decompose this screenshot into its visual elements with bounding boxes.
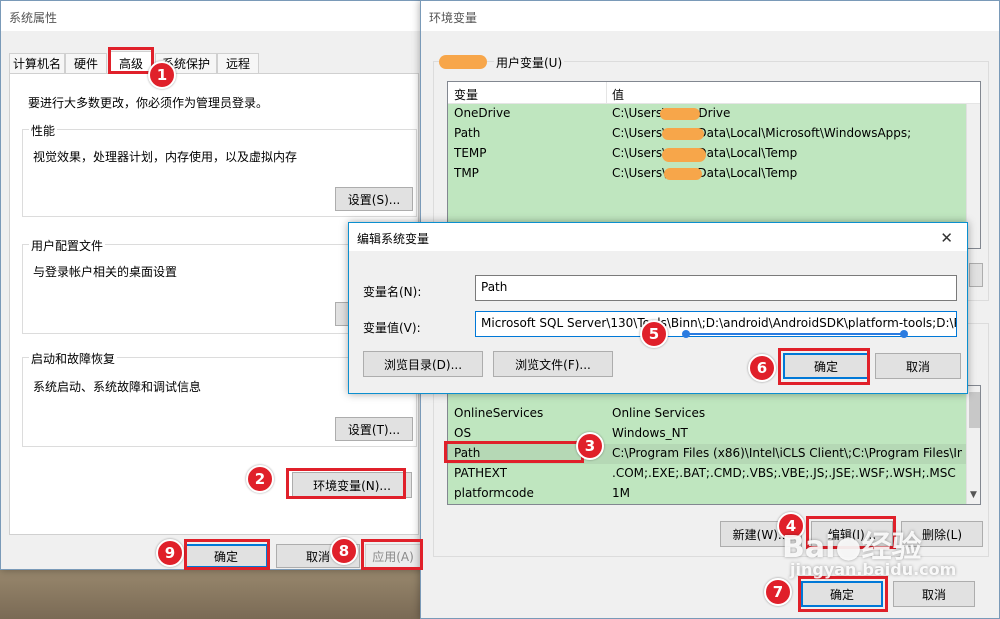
user-variable-side-button[interactable] (969, 263, 983, 287)
row-value: Online Services (612, 406, 706, 420)
highlight-environment-variables-button (286, 468, 406, 499)
row-name: TMP (454, 166, 479, 180)
row-name: PATHEXT (454, 466, 508, 480)
tab-computer-name[interactable]: 计算机名 (9, 53, 65, 73)
variable-name-input[interactable]: Path (475, 275, 957, 301)
system-properties-title: 系统属性 (9, 11, 58, 25)
row-value: .COM;.EXE;.BAT;.CMD;.VBS;.VBE;.JS;.JSE;.… (612, 466, 956, 480)
environment-variables-titlebar: 环境变量 (421, 1, 999, 31)
column-header-variable[interactable]: 变量 (454, 86, 478, 103)
performance-description: 视觉效果，处理器计划，内存使用，以及虚拟内存 (33, 150, 298, 164)
browse-file-button[interactable]: 浏览文件(F)... (493, 351, 613, 377)
table-row[interactable]: TMP C:\Users\ \AppData\Local\Temp (448, 164, 966, 184)
redacted-username-blob (662, 128, 704, 140)
row-name: OnlineServices (454, 406, 544, 420)
row-value: Windows_NT (612, 426, 688, 440)
admin-note: 要进行大多数更改，你必须作为管理员登录。 (28, 96, 269, 110)
table-row[interactable]: OneDrive C:\Users\ \OneDrive (448, 104, 966, 124)
highlight-edit-dialog-ok (778, 348, 870, 385)
chevron-down-icon[interactable]: ▼ (970, 490, 977, 500)
row-value: C:\Users\ \AppData\Local\Temp (612, 166, 798, 180)
tab-remote[interactable]: 远程 (217, 53, 259, 73)
performance-settings-button[interactable]: 设置(S)... (335, 187, 413, 211)
redacted-username-blob (439, 55, 487, 69)
highlight-path-row (444, 441, 584, 463)
row-name: Path (454, 126, 481, 140)
variable-value-input[interactable]: Microsoft SQL Server\130\Tools\Binn\;D:\… (475, 311, 957, 337)
edit-dialog-titlebar: 编辑系统变量 ✕ (349, 223, 967, 251)
system-properties-titlebar: 系统属性 (1, 1, 424, 31)
row-value: C:\Users\ \AppData\Local\Microsoft\Windo… (612, 126, 912, 140)
row-name: platformcode (454, 486, 534, 500)
highlight-environment-ok (798, 576, 888, 612)
environment-variables-title: 环境变量 (429, 11, 478, 25)
startup-settings-button[interactable]: 设置(T)... (335, 417, 413, 441)
close-icon[interactable]: ✕ (940, 229, 953, 247)
scrollbar-thumb[interactable] (969, 392, 980, 428)
baidu-watermark-url: jingyan.baidu.com (790, 560, 957, 579)
edit-dialog-cancel-button[interactable]: 取消 (875, 353, 961, 379)
tab-hardware[interactable]: 硬件 (65, 53, 107, 73)
table-row[interactable]: PATHEXT .COM;.EXE;.BAT;.CMD;.VBS;.VBE;.J… (448, 464, 966, 484)
table-row[interactable]: Path C:\Users\ \AppData\Local\Microsoft\… (448, 124, 966, 144)
redacted-username-blob (664, 168, 702, 180)
step-marker-5: 5 (640, 320, 668, 348)
user-list-scrollbar[interactable] (966, 104, 980, 248)
redacted-username-blob (660, 108, 700, 120)
step-marker-1: 1 (148, 61, 176, 89)
user-variables-legend: 用户变量(U) (494, 54, 565, 71)
highlight-system-properties-ok (184, 539, 270, 570)
user-profile-legend: 用户配置文件 (29, 237, 106, 254)
startup-recovery-legend: 启动和故障恢复 (29, 350, 118, 367)
startup-recovery-description: 系统启动、系统故障和调试信息 (33, 380, 202, 394)
column-header-value[interactable]: 值 (612, 86, 624, 103)
highlight-apply-button (361, 539, 423, 570)
row-value: 1M (612, 486, 630, 500)
step-marker-7: 7 (764, 578, 792, 606)
step-marker-8: 8 (330, 537, 358, 565)
environment-cancel-button[interactable]: 取消 (893, 581, 975, 607)
system-list-scrollbar[interactable]: ▼ (966, 386, 980, 504)
step-marker-9: 9 (156, 539, 184, 567)
user-variables-header: 变量 值 (448, 82, 980, 104)
table-row[interactable]: TEMP C:\Users\ \AppData\Local\Temp (448, 144, 966, 164)
redacted-username-blob (662, 148, 706, 162)
edit-dialog-title: 编辑系统变量 (357, 232, 430, 246)
row-value: C:\Program Files (x86)\Intel\iCLS Client… (612, 446, 962, 460)
variable-value-label: 变量值(V): (363, 321, 421, 335)
performance-legend: 性能 (29, 122, 58, 139)
row-name: OneDrive (454, 106, 511, 120)
step-marker-3: 3 (576, 432, 604, 460)
step-marker-2: 2 (246, 465, 274, 493)
row-name: TEMP (454, 146, 487, 160)
table-row[interactable]: platformcode 1M (448, 484, 966, 504)
user-profile-description: 与登录帐户相关的桌面设置 (33, 265, 178, 279)
browse-directory-button[interactable]: 浏览目录(D)... (363, 351, 483, 377)
step-marker-6: 6 (748, 354, 776, 382)
table-row[interactable]: OnlineServices Online Services (448, 404, 966, 424)
variable-name-label: 变量名(N): (363, 285, 422, 299)
edit-system-variable-dialog: 编辑系统变量 ✕ 变量名(N): Path 变量值(V): Microsoft … (348, 222, 968, 394)
row-name: OS (454, 426, 472, 440)
highlight-advanced-tab (108, 47, 154, 74)
